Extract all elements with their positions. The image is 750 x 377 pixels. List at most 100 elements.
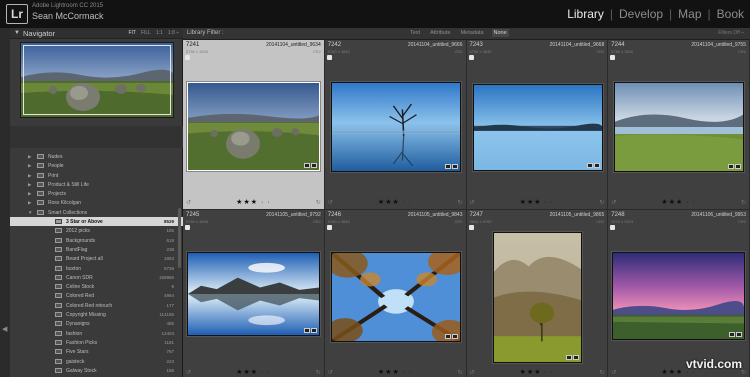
photo-cell[interactable]: 7244 5760 x 3840 20141104_untitled_9755 CR2… bbox=[608, 40, 750, 210]
collection-item[interactable]: Five Stars 787 bbox=[10, 347, 183, 356]
photo-cell[interactable]: 7242 5760 x 3840 20141104_untitled_9666 CR2… bbox=[324, 40, 467, 210]
left-panel-scrollbar[interactable] bbox=[178, 208, 181, 268]
collection-badge-icon[interactable] bbox=[728, 164, 735, 169]
star-rating[interactable]: ★★★ · · bbox=[183, 198, 324, 206]
collection-item[interactable]: Canon SDR 159966 bbox=[10, 273, 183, 282]
photo-cell[interactable]: 7247 3840 x 5760 20141105_untitled_9865 CR2… bbox=[466, 210, 609, 377]
star-rating[interactable]: ★★★ · · bbox=[325, 368, 466, 376]
collection-count: 177 bbox=[166, 302, 174, 308]
collection-item[interactable]: ▶ Print bbox=[10, 171, 183, 180]
module-map[interactable]: Map bbox=[672, 7, 707, 21]
navigator-header[interactable]: ▼ Navigator FIT FILL 1:1 1:8 ÷ bbox=[10, 28, 183, 39]
disclosure-triangle-icon[interactable]: ▶ bbox=[28, 154, 31, 160]
photo-thumbnail[interactable] bbox=[187, 82, 320, 171]
develop-settings-badge-icon[interactable] bbox=[593, 163, 600, 168]
collection-item[interactable]: buxton 5736 bbox=[10, 264, 183, 273]
disclosure-triangle-icon[interactable]: ▼ bbox=[14, 30, 20, 36]
collection-item[interactable]: Galway Stock 188 bbox=[10, 366, 183, 375]
navigator-preview[interactable] bbox=[20, 42, 174, 118]
collection-item[interactable]: ▶ Product & Still Life bbox=[10, 180, 183, 189]
quick-collection-checkbox[interactable] bbox=[185, 225, 190, 230]
photo-thumbnail[interactable] bbox=[330, 252, 461, 342]
photo-cell[interactable]: 7241 5760 x 3840 20141104_untitled_9634 CR2… bbox=[183, 40, 325, 210]
zoom-fill[interactable]: FILL bbox=[141, 30, 151, 36]
photo-thumbnail[interactable] bbox=[330, 82, 461, 172]
collection-item[interactable]: BandFlag 238 bbox=[10, 245, 183, 254]
collection-item[interactable]: Colored Red 4964 bbox=[10, 291, 183, 300]
develop-settings-badge-icon[interactable] bbox=[572, 355, 579, 360]
develop-settings-badge-icon[interactable] bbox=[311, 163, 317, 168]
filter-presets[interactable]: Filters Off ÷ bbox=[718, 30, 744, 36]
collection-item[interactable]: 3 Star or Above 8529 bbox=[10, 217, 183, 227]
photo-cell[interactable]: 7243 5760 x 3840 20141104_untitled_9668 CR2… bbox=[466, 40, 609, 210]
collection-item[interactable]: ▶ People bbox=[10, 161, 183, 170]
collection-item[interactable]: Backgrounds 618 bbox=[10, 236, 183, 245]
develop-settings-badge-icon[interactable] bbox=[451, 334, 458, 339]
left-panel-edge[interactable]: ◀ bbox=[0, 28, 10, 377]
module-develop[interactable]: Develop bbox=[613, 7, 669, 21]
collection-item[interactable]: Copyright Missing 114165 bbox=[10, 310, 183, 319]
star-rating[interactable]: ★★★ · · bbox=[467, 198, 608, 206]
develop-settings-badge-icon[interactable] bbox=[735, 164, 742, 169]
quick-collection-checkbox[interactable] bbox=[468, 55, 474, 60]
photo-thumbnail[interactable] bbox=[614, 82, 745, 172]
filter-attribute[interactable]: Attribute bbox=[428, 29, 452, 37]
disclosure-triangle-icon[interactable]: ▼ bbox=[28, 210, 32, 215]
collection-item[interactable]: Dynaoigns 485 bbox=[10, 319, 183, 328]
photo-thumbnail[interactable] bbox=[187, 252, 320, 336]
quick-collection-checkbox[interactable] bbox=[185, 55, 190, 60]
collection-badge-icon[interactable] bbox=[586, 163, 593, 168]
collection-item[interactable]: fashion 12404 bbox=[10, 329, 183, 338]
photo-thumbnail[interactable] bbox=[492, 232, 582, 363]
photo-cell[interactable]: 7246 5760 x 3840 20141105_untitled_9843 CR2… bbox=[324, 210, 467, 377]
develop-settings-badge-icon[interactable] bbox=[451, 164, 458, 169]
collection-badge-icon[interactable] bbox=[565, 355, 572, 360]
photo-cell[interactable]: 7248 5212 x 3474 20141106_untitled_9953 CR2… bbox=[608, 210, 750, 377]
module-book[interactable]: Book bbox=[711, 7, 750, 21]
photo-cell[interactable]: 7245 5760 x 3840 20141105_untitled_9792 CR2… bbox=[183, 210, 325, 377]
collection-item[interactable]: Beard Project all 1863 bbox=[10, 254, 183, 263]
navigator-view-rect[interactable] bbox=[23, 45, 171, 115]
disclosure-triangle-icon[interactable]: ▶ bbox=[28, 182, 31, 188]
collection-item[interactable]: Celine Stock 9 bbox=[10, 282, 183, 291]
quick-collection-checkbox[interactable] bbox=[326, 225, 332, 230]
collection-badge-icon[interactable] bbox=[304, 328, 310, 333]
collection-item[interactable]: gaisteck 223 bbox=[10, 357, 183, 366]
collection-badge-icon[interactable] bbox=[304, 163, 310, 168]
star-rating[interactable]: ★★★ · · bbox=[183, 368, 324, 376]
quick-collection-checkbox[interactable] bbox=[610, 225, 616, 230]
collection-item[interactable]: 2012 picks 165 bbox=[10, 226, 183, 235]
star-rating[interactable]: ★★★ · · bbox=[325, 198, 466, 206]
filter-none[interactable]: None bbox=[491, 29, 509, 37]
module-library[interactable]: Library bbox=[561, 7, 610, 21]
collection-item[interactable]: ▼ Smart Collections bbox=[10, 208, 183, 217]
collection-item[interactable]: Colored Red retouch 177 bbox=[10, 301, 183, 310]
collection-badge-icon[interactable] bbox=[729, 332, 736, 337]
quick-collection-checkbox[interactable] bbox=[326, 55, 332, 60]
develop-settings-badge-icon[interactable] bbox=[736, 332, 743, 337]
star-rating[interactable]: ★★★ · · bbox=[608, 198, 749, 206]
smart-collection-icon bbox=[55, 349, 62, 355]
star-rating[interactable]: ★★★ · · bbox=[467, 368, 608, 376]
photo-thumbnail[interactable] bbox=[472, 84, 603, 171]
collection-badge-icon[interactable] bbox=[444, 164, 451, 169]
develop-settings-badge-icon[interactable] bbox=[311, 328, 317, 333]
filter-text[interactable]: Text bbox=[408, 29, 422, 37]
collection-badge-icon[interactable] bbox=[444, 334, 451, 339]
photo-thumbnail[interactable] bbox=[612, 252, 746, 340]
quick-collection-checkbox[interactable] bbox=[610, 55, 616, 60]
quick-collection-checkbox[interactable] bbox=[468, 225, 474, 230]
collection-item[interactable]: ▶ Ross Kilcolgan bbox=[10, 198, 183, 207]
zoom-fit[interactable]: FIT bbox=[128, 30, 136, 36]
disclosure-triangle-icon[interactable]: ▶ bbox=[28, 173, 31, 179]
zoom-custom[interactable]: 1:8 ÷ bbox=[168, 30, 179, 36]
disclosure-triangle-icon[interactable]: ▶ bbox=[28, 163, 31, 169]
zoom-1-1[interactable]: 1:1 bbox=[156, 30, 163, 36]
collapse-left-icon[interactable]: ◀ bbox=[2, 325, 7, 333]
collection-item[interactable]: ▶ Nudes bbox=[10, 152, 183, 161]
disclosure-triangle-icon[interactable]: ▶ bbox=[28, 191, 31, 197]
filter-metadata[interactable]: Metadata bbox=[459, 29, 486, 37]
collection-item[interactable]: ▶ Projects bbox=[10, 189, 183, 198]
collection-item[interactable]: Fashion Picks 1181 bbox=[10, 338, 183, 347]
disclosure-triangle-icon[interactable]: ▶ bbox=[28, 200, 31, 206]
